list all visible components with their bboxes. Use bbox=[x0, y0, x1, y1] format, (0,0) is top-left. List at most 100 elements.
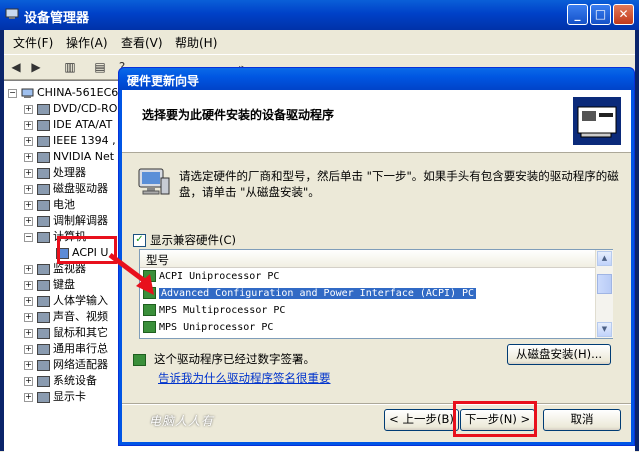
tree-item[interactable]: + 显示卡 bbox=[24, 389, 86, 405]
tree-item[interactable]: + 系统设备 bbox=[24, 373, 97, 389]
tree-item-label: DVD/CD-RO bbox=[53, 102, 118, 115]
device-manager-title: 设备管理器 bbox=[24, 11, 90, 26]
tree-item-label: 调制解调器 bbox=[53, 214, 108, 227]
menu-help[interactable]: 帮助(H) bbox=[175, 34, 217, 51]
cdrom-icon bbox=[37, 103, 50, 115]
signing-info-link[interactable]: 告诉我为什么驱动程序签名很重要 bbox=[158, 370, 331, 386]
tree-item[interactable]: + 磁盘驱动器 bbox=[24, 181, 108, 197]
menu-file[interactable]: 文件(F) bbox=[13, 34, 53, 51]
model-item[interactable]: MPS Multiprocessor PC bbox=[143, 303, 595, 319]
expand-icon[interactable]: + bbox=[24, 280, 33, 290]
cancel-button[interactable]: 取消 bbox=[543, 409, 621, 431]
tree-item[interactable]: + 键盘 bbox=[24, 277, 75, 293]
expand-icon[interactable]: + bbox=[24, 296, 33, 306]
model-item-selected[interactable]: Advanced Configuration and Power Interfa… bbox=[143, 286, 595, 302]
sound-icon bbox=[37, 311, 50, 323]
expand-icon[interactable]: + bbox=[24, 360, 33, 370]
wizard-separator bbox=[122, 403, 631, 405]
expand-icon[interactable]: + bbox=[24, 264, 33, 274]
model-listbox[interactable]: 型号 ACPI Uniprocessor PC Advanced Configu… bbox=[139, 249, 613, 339]
monitor-icon bbox=[37, 263, 50, 275]
expand-icon[interactable]: + bbox=[24, 168, 33, 178]
have-disk-button[interactable]: 从磁盘安装(H)... bbox=[507, 344, 611, 365]
tree-item[interactable]: + 调制解调器 bbox=[24, 213, 108, 229]
driver-icon bbox=[143, 304, 156, 316]
menu-bar: 文件(F) 操作(A) 查看(V) 帮助(H) bbox=[4, 30, 635, 52]
expand-icon[interactable]: + bbox=[24, 184, 33, 194]
model-list-header[interactable]: 型号 bbox=[140, 250, 595, 268]
tree-item[interactable]: + 网络适配器 bbox=[24, 357, 108, 373]
tree-item-label: 系统设备 bbox=[53, 374, 97, 387]
close-button[interactable]: ✕ bbox=[613, 4, 634, 25]
expand-icon[interactable]: + bbox=[24, 104, 33, 114]
tree-item[interactable]: + 处理器 bbox=[24, 165, 86, 181]
tree-item-label: 声音、视频 bbox=[53, 310, 108, 323]
menu-view[interactable]: 查看(V) bbox=[121, 34, 163, 51]
properties-icon[interactable]: ▤ bbox=[92, 59, 108, 75]
tree-item-label: 处理器 bbox=[53, 166, 86, 179]
expand-icon[interactable]: + bbox=[24, 136, 33, 146]
signed-driver-icon bbox=[133, 353, 146, 366]
maximize-button[interactable]: □ bbox=[590, 4, 611, 25]
tree-item[interactable]: + 通用串行总 bbox=[24, 341, 108, 357]
hid-icon bbox=[37, 295, 50, 307]
expand-icon[interactable]: + bbox=[24, 152, 33, 162]
model-item-label: MPS Uniprocessor PC bbox=[159, 322, 274, 333]
wizard-description: 请选定硬件的厂商和型号，然后单击 "下一步"。如果手头有包含要安装的驱动程序的磁… bbox=[179, 169, 619, 199]
tree-item[interactable]: + 鼠标和其它 bbox=[24, 325, 108, 341]
wizard-header: 选择要为此硬件安装的设备驱动程序 bbox=[122, 90, 631, 153]
network-icon bbox=[37, 151, 50, 163]
tree-item-label: 网络适配器 bbox=[53, 358, 108, 371]
expand-icon[interactable]: + bbox=[24, 392, 33, 402]
model-item[interactable]: ACPI Uniprocessor PC bbox=[143, 269, 595, 285]
collapse-icon[interactable]: − bbox=[24, 232, 33, 242]
back-button[interactable]: < 上一步(B) bbox=[384, 409, 459, 431]
expand-icon[interactable]: + bbox=[24, 312, 33, 322]
expand-icon[interactable]: + bbox=[24, 200, 33, 210]
tree-item[interactable]: + 声音、视频 bbox=[24, 309, 108, 325]
keyboard-icon bbox=[37, 279, 50, 291]
tree-item[interactable]: + NVIDIA Net bbox=[24, 149, 114, 165]
menu-action[interactable]: 操作(A) bbox=[66, 34, 108, 51]
tree-root[interactable]: − CHINA-561EC6 bbox=[8, 85, 118, 101]
driver-icon bbox=[143, 270, 156, 282]
tree-item[interactable]: + 人体学输入 bbox=[24, 293, 108, 309]
model-item-label: ACPI Uniprocessor PC bbox=[159, 271, 280, 282]
cpu-icon bbox=[37, 167, 50, 179]
expand-icon[interactable]: + bbox=[24, 120, 33, 130]
expand-icon[interactable]: + bbox=[24, 216, 33, 226]
expand-icon[interactable]: + bbox=[24, 328, 33, 338]
scroll-thumb[interactable] bbox=[597, 274, 612, 294]
tree-item[interactable]: + DVD/CD-RO bbox=[24, 101, 117, 117]
scroll-down-icon[interactable]: ▼ bbox=[597, 322, 612, 337]
tree-item-label: 显示卡 bbox=[53, 390, 86, 403]
back-arrow-icon[interactable]: ◀ bbox=[8, 59, 24, 75]
expand-icon[interactable]: + bbox=[24, 376, 33, 386]
device-manager-titlebar[interactable]: 设备管理器 _ □ ✕ bbox=[0, 0, 639, 30]
show-compatible-row[interactable]: ✓ 显示兼容硬件(C) bbox=[133, 232, 236, 248]
forward-arrow-icon[interactable]: ▶ bbox=[28, 59, 44, 75]
model-list-scrollbar[interactable]: ▲ ▼ bbox=[595, 250, 613, 338]
tree-item-label: 电池 bbox=[53, 198, 75, 211]
collapse-icon[interactable]: − bbox=[8, 88, 17, 98]
tree-item-label: 鼠标和其它 bbox=[53, 326, 108, 339]
monitor-icon bbox=[138, 168, 170, 195]
hardware-card-icon bbox=[573, 97, 621, 145]
wizard-title: 硬件更新向导 bbox=[127, 74, 200, 88]
tree-item[interactable]: + IDE ATA/AT bbox=[24, 117, 112, 133]
expand-icon[interactable]: + bbox=[24, 344, 33, 354]
model-item[interactable]: MPS Uniprocessor PC bbox=[143, 320, 595, 336]
tree-item[interactable]: + 电池 bbox=[24, 197, 75, 213]
scroll-up-icon[interactable]: ▲ bbox=[597, 251, 612, 266]
wizard-titlebar[interactable]: 硬件更新向导 bbox=[119, 68, 634, 90]
minimize-button[interactable]: _ bbox=[567, 4, 588, 25]
tree-item[interactable]: + IEEE 1394 , bbox=[24, 133, 116, 149]
tree-item-label: NVIDIA Net bbox=[53, 150, 115, 163]
console-tree-icon[interactable]: ▥ bbox=[62, 59, 78, 75]
model-item-label: Advanced Configuration and Power Interfa… bbox=[159, 288, 477, 299]
tree-item-label: IEEE 1394 , bbox=[53, 134, 116, 147]
show-compatible-label: 显示兼容硬件(C) bbox=[150, 233, 237, 247]
disk-icon bbox=[37, 183, 50, 195]
network-adapter-icon bbox=[37, 359, 50, 371]
show-compatible-checkbox[interactable]: ✓ bbox=[133, 234, 146, 247]
